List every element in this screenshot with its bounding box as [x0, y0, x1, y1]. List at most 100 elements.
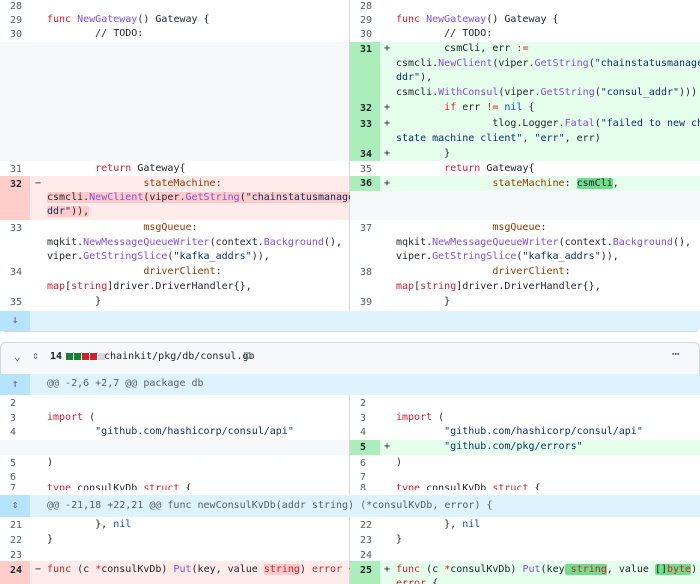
line-number-right[interactable]: 6: [350, 457, 380, 471]
line-number-left[interactable]: 22: [0, 534, 30, 548]
code-line: mqkit.NewMessageQueueWriter(context.Back…: [396, 237, 692, 248]
del-sign: −: [34, 564, 42, 575]
line-number-right[interactable]: 35: [350, 163, 380, 177]
diffstat-add: [66, 353, 73, 360]
del-sign: −: [34, 178, 42, 189]
code-line: type consulKvDb struct {: [396, 483, 541, 490]
line-number-left[interactable]: 33: [0, 222, 30, 236]
code-line: // TODO:: [396, 28, 493, 39]
code-line: func (c *consulKvDb) Put(key string, val…: [396, 564, 698, 575]
code-line: }: [396, 148, 451, 159]
change-count: 14: [50, 351, 63, 362]
line-number-left[interactable]: 28: [0, 0, 30, 14]
code-line: }, nil: [396, 519, 481, 530]
code-line: return Gateway{: [444, 163, 535, 174]
line-number-right[interactable]: 36: [350, 177, 380, 191]
empty-left-block: [0, 42, 349, 161]
code-line: func NewGateway() Gateway {: [47, 14, 210, 25]
code-line: map[string]driver.DriverHandler{},: [396, 281, 601, 292]
line-number-left[interactable]: 34: [0, 266, 30, 280]
chevron-down-icon[interactable]: ⌄: [14, 350, 21, 363]
code-line: viper.GetStringSlice("kafka_addrs")),: [47, 251, 270, 262]
line-number-right[interactable]: 5: [350, 441, 380, 455]
code-line: stateMachine: csmCli,: [492, 178, 619, 189]
code-line: error {: [396, 578, 439, 584]
hunk-text: @@ -2,6 +2,7 @@ package db: [47, 378, 204, 389]
line-number-left[interactable]: 7: [0, 482, 30, 490]
line-number-left[interactable]: 31: [0, 163, 30, 177]
line-number-left[interactable]: 30: [0, 28, 30, 42]
code-line: msgQueue:: [492, 222, 547, 233]
file-path[interactable]: chainkit/pkg/db/consul.go: [104, 351, 255, 362]
line-number-left[interactable]: 32: [0, 178, 30, 192]
code-line: msgQueue:: [143, 222, 198, 233]
line-number-left[interactable]: 21: [0, 519, 30, 533]
code-line: map[string]driver.DriverHandler{},: [47, 281, 252, 292]
expand-down-icon[interactable]: ↓: [0, 313, 30, 326]
line-number-right[interactable]: 25: [350, 564, 380, 578]
code-line: return Gateway{: [95, 163, 186, 174]
code-line: ddr"),: [396, 72, 433, 83]
line-number-right[interactable]: 32: [350, 102, 380, 116]
line-number-right[interactable]: 28: [350, 0, 380, 14]
line-number-right[interactable]: 33: [350, 118, 380, 132]
line-number-right[interactable]: 38: [350, 266, 380, 280]
code-line: ddr")),: [47, 206, 90, 217]
line-number-left[interactable]: 2: [0, 397, 30, 411]
code-line: import (: [396, 412, 445, 423]
line-number-right[interactable]: 37: [350, 222, 380, 236]
code-line: viper.GetStringSlice("kafka_addrs")),: [396, 251, 619, 262]
code-line: csmcli.NewClient(viper.GetString("chains…: [47, 192, 373, 203]
hunk-text: @@ -21,18 +22,21 @@ func newConsulKvDb(a…: [47, 500, 493, 511]
code-line: driverClient:: [492, 266, 571, 277]
code-line: stateMachine:: [143, 178, 222, 189]
expand-up-icon[interactable]: ↑: [0, 377, 30, 390]
line-number-right[interactable]: 2: [350, 397, 380, 411]
code-line: func (c *consulKvDb) Put(key, value stri…: [47, 564, 355, 575]
code-line: "github.com/hashicorp/consul/api": [396, 426, 643, 437]
line-number-right[interactable]: 22: [350, 519, 380, 533]
code-line: if err != nil {: [444, 102, 535, 113]
line-number-left[interactable]: 29: [0, 14, 30, 28]
code-line: state machine client", "err", err): [396, 133, 601, 144]
more-options-icon[interactable]: ⋯: [672, 347, 680, 362]
code-line: tlog.Logger.Fatal("failed to new chain: [396, 118, 700, 129]
line-number-left[interactable]: 3: [0, 412, 30, 426]
diffstat-del: [82, 353, 89, 360]
expand-row: [0, 311, 700, 332]
line-number-right[interactable]: 30: [350, 28, 380, 42]
code-line: "github.com/hashicorp/consul/api": [47, 426, 294, 437]
code-line: "github.com/pkg/errors": [396, 441, 583, 452]
line-number-right[interactable]: 4: [350, 426, 380, 440]
add-sign: +: [383, 118, 391, 129]
code-line: }: [396, 534, 403, 545]
add-sign: +: [383, 178, 391, 189]
line-number-right[interactable]: 3: [350, 412, 380, 426]
empty-right-block: [350, 191, 700, 220]
line-number-left[interactable]: 5: [0, 457, 30, 471]
unfold-icon[interactable]: ⇕: [0, 498, 30, 511]
line-number-right[interactable]: 34: [350, 148, 380, 162]
copy-icon[interactable]: ⧉: [244, 349, 252, 363]
line-number-right[interactable]: 31: [350, 43, 380, 57]
unfold-icon[interactable]: ⇕: [32, 349, 39, 362]
code-line: csmcli.WithConsul(viper.GetString("consu…: [396, 87, 698, 98]
line-number-left[interactable]: 35: [0, 296, 30, 310]
code-line: ): [47, 457, 54, 468]
line-number-right[interactable]: 8: [350, 482, 380, 490]
add-sign: +: [383, 43, 391, 54]
line-number-right[interactable]: 29: [350, 14, 380, 28]
line-number-right[interactable]: 39: [350, 296, 380, 310]
line-number-right[interactable]: 23: [350, 534, 380, 548]
line-number-left[interactable]: 4: [0, 426, 30, 440]
line-number-left[interactable]: 24: [0, 564, 30, 578]
code-line: // TODO:: [47, 28, 144, 39]
code-line: }: [47, 296, 102, 307]
add-sign: +: [383, 102, 391, 113]
add-sign: +: [383, 148, 391, 159]
code-line: ): [396, 457, 403, 468]
code-line: func NewGateway() Gateway {: [396, 14, 559, 25]
code-line: type consulKvDb struct {: [47, 483, 192, 490]
diffstat-del: [90, 353, 97, 360]
empty-left-block: [0, 440, 349, 455]
